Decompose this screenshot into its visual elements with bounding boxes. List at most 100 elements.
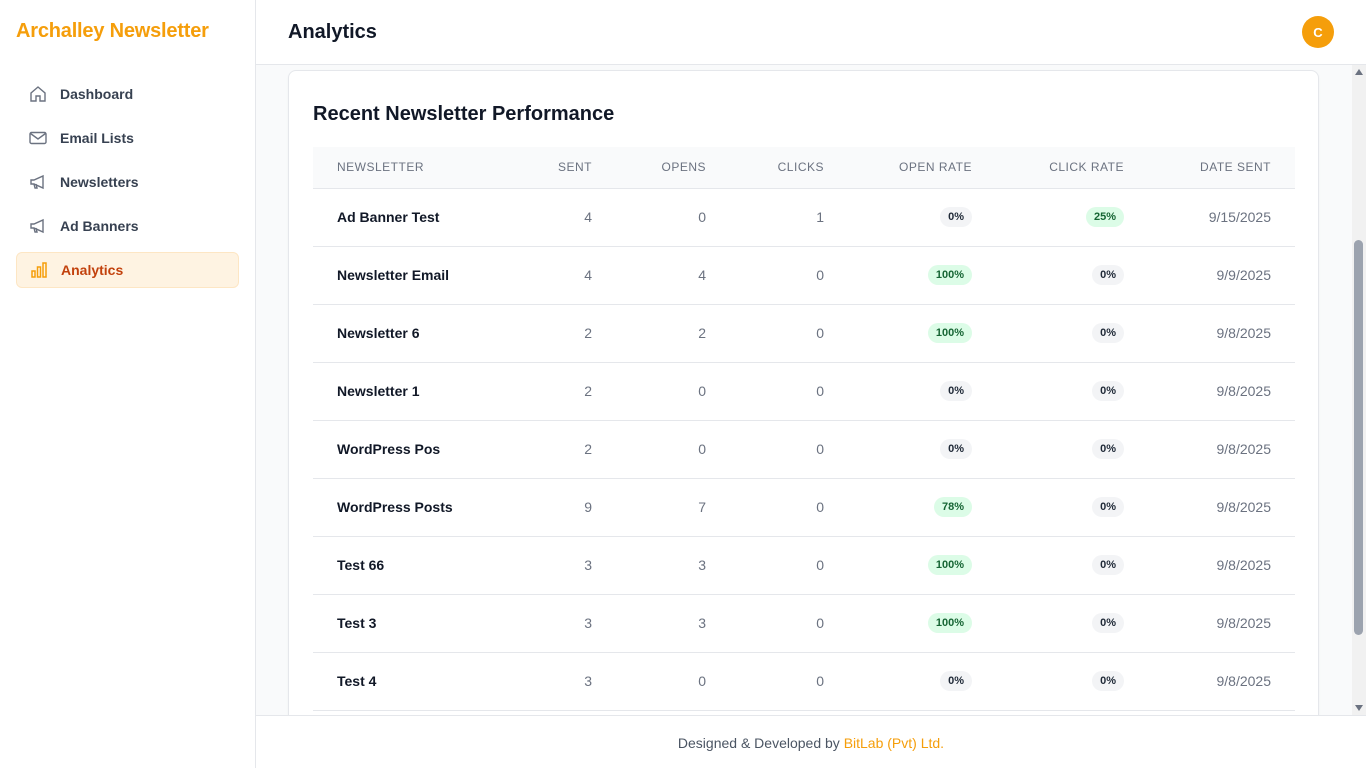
rate-badge: 0% [940,671,972,691]
cell-open-rate: 0% [848,420,996,478]
sidebar-nav: Dashboard Email Lists Newsletters Ad Ban… [16,76,239,296]
sidebar-item-newsletters[interactable]: Newsletters [16,164,239,200]
rate-badge: 0% [1092,671,1124,691]
cell-sent: 2 [584,325,592,341]
cell-newsletter: WordPress Pos [337,441,441,457]
table-row[interactable]: Newsletter Email 4 4 0 100% 0% 9/9/2025 [313,246,1295,304]
table-row[interactable]: WordPress Pos 2 0 0 0% 0% 9/8/2025 [313,420,1295,478]
cell-opens: 0 [698,383,706,399]
cell-newsletter: Ad Banner Test [337,209,440,225]
table-row[interactable]: Test 66 3 3 0 100% 0% 9/8/2025 [313,536,1295,594]
rate-badge: 100% [927,613,972,633]
scroll-up-arrow-icon[interactable] [1355,69,1363,75]
performance-card: Recent Newsletter Performance NEWSLETTER… [288,70,1319,715]
cell-clicks: 0 [816,673,824,689]
rate-badge: 0% [940,207,972,227]
vertical-scrollbar[interactable] [1352,65,1366,715]
avatar[interactable]: C [1302,16,1334,48]
cell-newsletter: Newsletter Email [337,267,450,283]
rate-badge: 0% [1092,439,1124,459]
cell-open-rate: 0% [848,652,996,710]
cell-newsletter: Newsletter 6 [337,325,420,341]
cell-opens: 3 [698,615,706,631]
cell-clicks: 0 [816,499,824,515]
rate-badge: 0% [1092,613,1124,633]
megaphone-icon [28,216,48,236]
column-header-clicks: CLICKS [730,147,848,189]
table-row[interactable]: Newsletter 1 2 0 0 0% 0% 9/8/2025 [313,362,1295,420]
cell-sent: 3 [584,615,592,631]
cell-clicks: 0 [816,383,824,399]
cell-click-rate: 25% [996,188,1148,246]
rate-badge: 0% [1092,381,1124,401]
sidebar-item-ad-banners[interactable]: Ad Banners [16,208,239,244]
cell-date-sent: 9/8/2025 [1216,383,1272,399]
cell-sent: 2 [584,383,592,399]
table-row[interactable]: Test 3 3 3 0 100% 0% 9/8/2025 [313,594,1295,652]
cell-clicks: 1 [816,209,824,225]
page-title: Analytics [288,21,377,43]
rate-badge: 0% [1092,265,1124,285]
cell-click-rate: 0% [996,478,1148,536]
cell-click-rate: 0% [996,362,1148,420]
table-row[interactable]: WordPress Posts 9 7 0 78% 0% 9/8/2025 [313,478,1295,536]
sidebar-item-analytics[interactable]: Analytics [16,252,239,288]
table-row[interactable]: Newsletter 6 2 2 0 100% 0% 9/8/2025 [313,304,1295,362]
cell-newsletter: Test 3 [337,615,377,631]
cell-sent: 4 [584,209,592,225]
top-header: Analytics C [256,0,1366,65]
mail-icon [28,128,48,148]
cell-sent: 4 [584,267,592,283]
table-row[interactable]: Test 4 3 0 0 0% 0% 9/8/2025 [313,652,1295,710]
cell-opens: 2 [698,325,706,341]
rate-badge: 25% [1085,207,1124,227]
cell-open-rate: 100% [848,594,996,652]
footer-company-link[interactable]: BitLab (Pvt) Ltd. [844,735,944,751]
cell-clicks: 0 [816,557,824,573]
cell-click-rate: 0% [996,246,1148,304]
cell-date-sent: 9/15/2025 [1208,209,1271,225]
cell-date-sent: 9/8/2025 [1216,325,1272,341]
sidebar-item-email-lists[interactable]: Email Lists [16,120,239,156]
main-content: Recent Newsletter Performance NEWSLETTER… [256,65,1352,715]
rate-badge: 0% [1092,497,1124,517]
cell-clicks: 0 [816,441,824,457]
cell-opens: 7 [698,499,706,515]
cell-date-sent: 9/8/2025 [1216,673,1272,689]
rate-badge: 0% [1092,323,1124,343]
cell-click-rate: 0% [996,652,1148,710]
sidebar: Archalley Newsletter Dashboard Email Lis… [0,0,256,768]
footer-text: Designed & Developed by [677,735,840,751]
table-row[interactable]: Ad Banner Test 4 0 1 0% 25% 9/15/2025 [313,188,1295,246]
home-icon [28,84,48,104]
cell-date-sent: 9/8/2025 [1216,557,1272,573]
cell-open-rate: 100% [848,246,996,304]
column-header-open-rate: OPEN RATE [848,147,996,189]
cell-sent: 9 [584,499,592,515]
cell-opens: 3 [698,557,706,573]
cell-opens: 4 [698,267,706,283]
bar-chart-icon [29,260,49,280]
table-body: Ad Banner Test 4 0 1 0% 25% 9/15/2025 Newslette… [313,188,1295,710]
megaphone-icon [28,172,48,192]
cell-date-sent: 9/8/2025 [1216,615,1272,631]
cell-open-rate: 0% [848,362,996,420]
card-title: Recent Newsletter Performance [313,103,615,125]
column-header-date-sent: DATE SENT [1148,147,1295,189]
sidebar-item-dashboard[interactable]: Dashboard [16,76,239,112]
scroll-down-arrow-icon[interactable] [1355,705,1363,711]
brand-title[interactable]: Archalley Newsletter [16,20,209,43]
performance-table: NEWSLETTER SENT OPENS CLICKS OPEN RATE C… [313,147,1295,711]
rate-badge: 78% [933,497,972,517]
cell-newsletter: WordPress Posts [337,499,453,515]
column-header-sent: SENT [518,147,616,189]
column-header-opens: OPENS [616,147,730,189]
cell-open-rate: 0% [848,188,996,246]
cell-opens: 0 [698,673,706,689]
cell-newsletter: Test 4 [337,673,377,689]
cell-date-sent: 9/8/2025 [1216,499,1272,515]
footer: Designed & Developed by BitLab (Pvt) Ltd… [256,715,1366,768]
rate-badge: 100% [927,265,972,285]
sidebar-item-label: Analytics [61,262,124,278]
scroll-thumb[interactable] [1354,240,1363,635]
